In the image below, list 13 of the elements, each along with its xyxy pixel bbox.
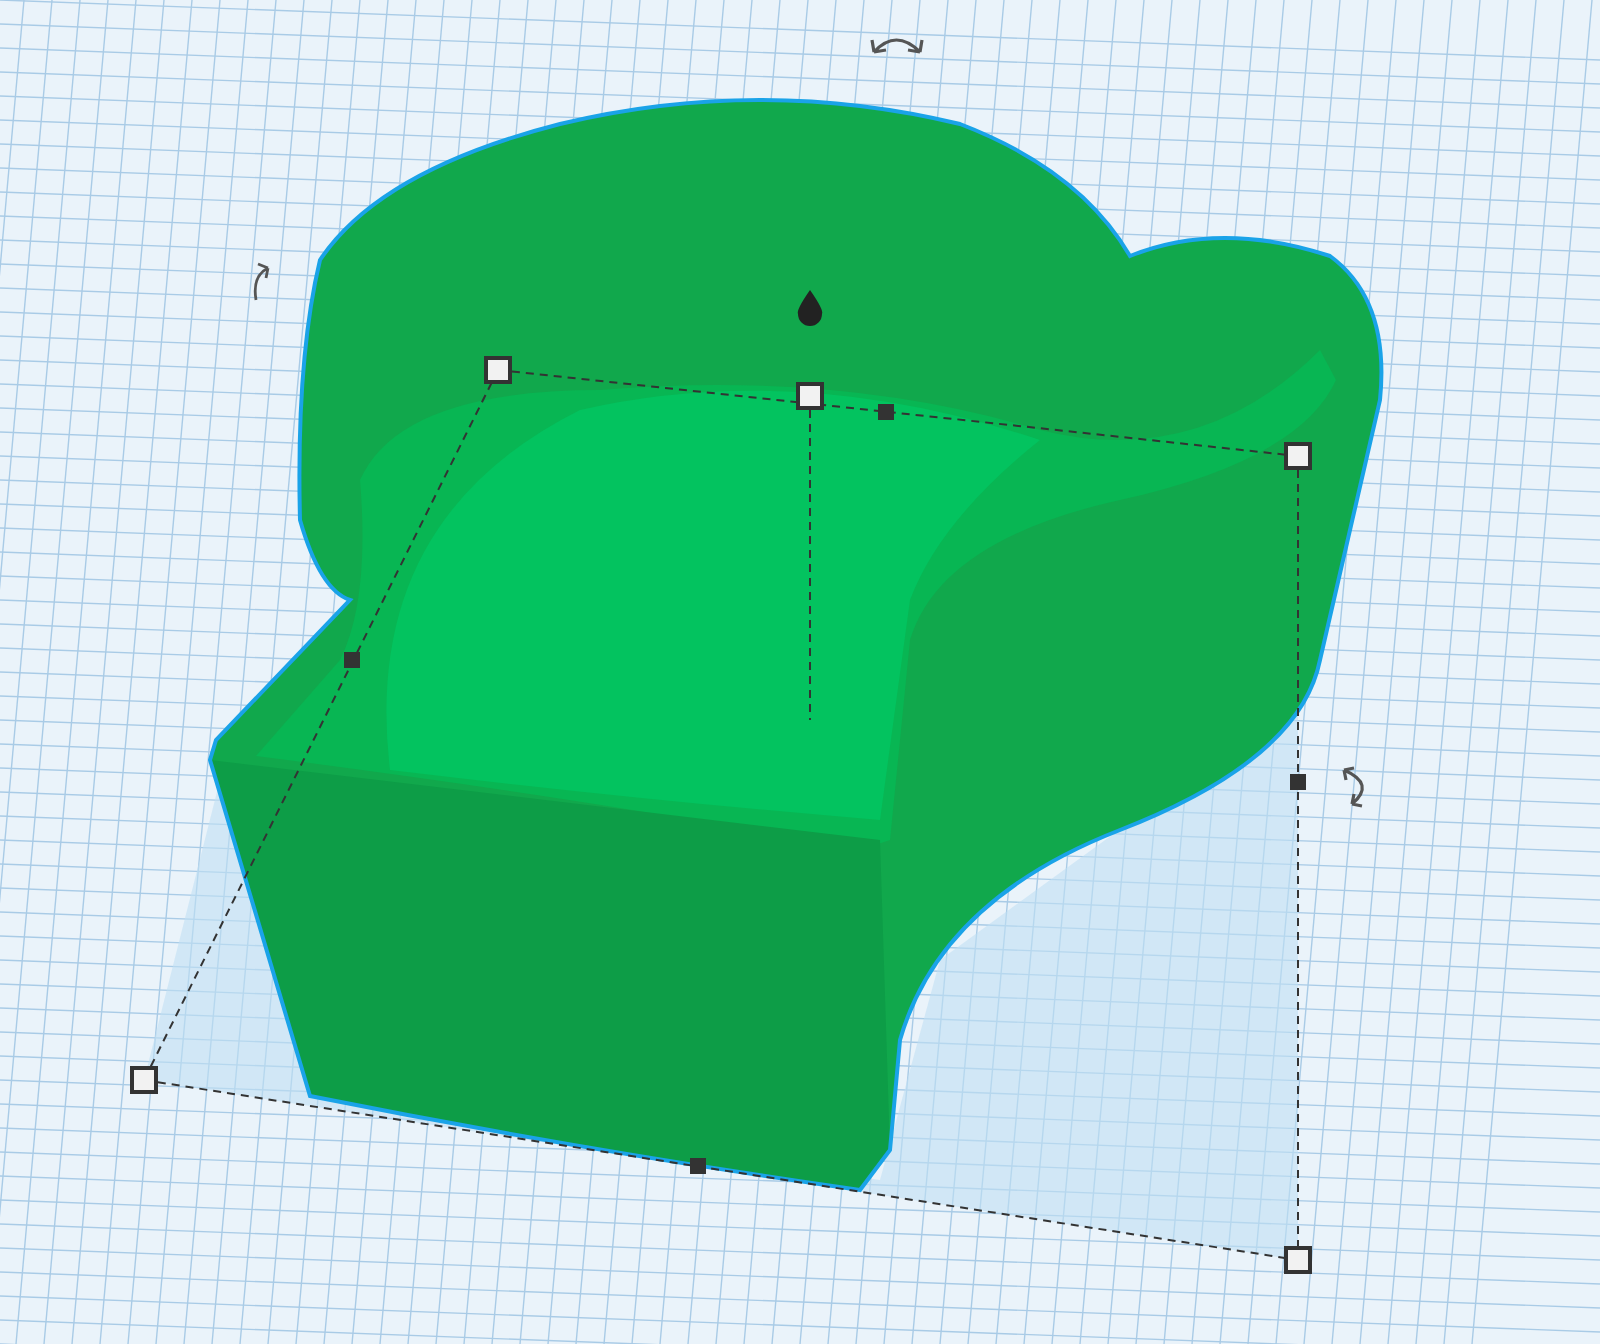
resize-handle[interactable]	[690, 1158, 706, 1174]
resize-handle[interactable]	[796, 382, 824, 410]
resize-handle[interactable]	[484, 356, 512, 384]
rotate-arrow-icon[interactable]	[253, 262, 270, 302]
rotate-arrow-icon[interactable]	[870, 38, 924, 54]
rotate-arrow-icon[interactable]	[1342, 766, 1364, 808]
resize-handle[interactable]	[1290, 774, 1306, 790]
resize-handle[interactable]	[1284, 442, 1312, 470]
height-handle-icon[interactable]	[797, 290, 823, 326]
resize-handle[interactable]	[130, 1066, 158, 1094]
resize-handle[interactable]	[1284, 1246, 1312, 1274]
resize-handle[interactable]	[878, 404, 894, 420]
resize-handle[interactable]	[344, 652, 360, 668]
